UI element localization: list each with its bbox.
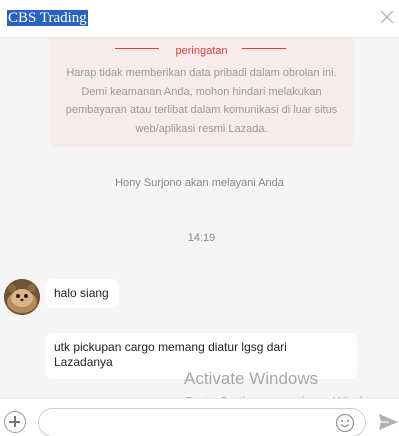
- message-input[interactable]: [38, 408, 366, 436]
- message-bubble: halo siang: [45, 279, 119, 308]
- plus-circle-icon[interactable]: [4, 411, 26, 433]
- chat-header: CBS Trading: [0, 0, 399, 38]
- send-arrow-icon[interactable]: [378, 412, 399, 432]
- message-timestamp: 14:19: [187, 232, 216, 244]
- message-text: utk pickupan cargo memang diatur lgsg da…: [54, 340, 287, 369]
- message-input-bar: [0, 398, 399, 436]
- chat-title: CBS Trading: [7, 10, 88, 26]
- avatar-image: [4, 279, 40, 315]
- system-message: Hony Surjono akan melayani Anda: [115, 177, 284, 189]
- warning-title: peringatan: [175, 45, 228, 57]
- chat-area[interactable]: peringatan Harap tidak memberikan data p…: [0, 38, 399, 398]
- message-text: halo siang: [54, 286, 109, 300]
- smiley-icon[interactable]: [335, 413, 355, 433]
- warning-text: Harap tidak memberikan data pribadi dala…: [65, 67, 338, 135]
- divider-left: [115, 48, 159, 49]
- close-icon[interactable]: [378, 8, 396, 26]
- warning-notice: peringatan Harap tidak memberikan data p…: [49, 38, 354, 147]
- avatar[interactable]: [4, 279, 40, 315]
- warning-header: peringatan: [49, 41, 354, 57]
- divider-right: [242, 48, 286, 49]
- activation-watermark-title: Activate Windows: [184, 369, 319, 388]
